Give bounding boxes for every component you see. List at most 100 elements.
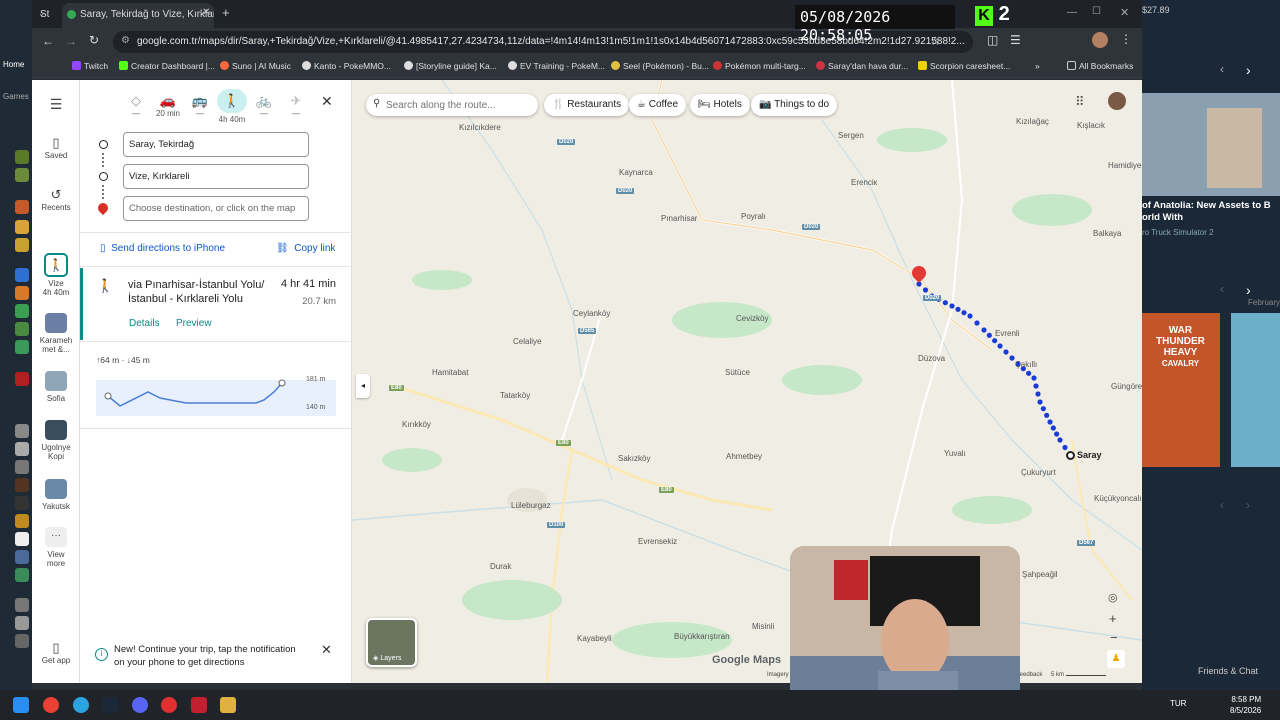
steam-games-label[interactable]: Games <box>3 92 29 101</box>
copy-link-button[interactable]: ⛓ Copy link <box>276 243 335 254</box>
app-icon[interactable] <box>161 697 177 713</box>
steam-home-label[interactable]: Home <box>3 60 24 69</box>
next-arrow-icon[interactable]: › <box>1246 62 1251 78</box>
discord-icon[interactable] <box>132 697 148 713</box>
recents-button[interactable]: ↺ Recents <box>32 187 80 212</box>
tab-list-icon[interactable]: ⌄ <box>38 8 46 19</box>
telegram-icon[interactable] <box>73 697 89 713</box>
chip-things-to-do[interactable]: 📷 Things to do <box>751 94 838 116</box>
recent-place-item[interactable]: Sofia <box>32 371 80 403</box>
get-app-button[interactable]: ▯ Get app <box>32 640 80 665</box>
prev-arrow-icon[interactable]: ‹ <box>1220 498 1224 512</box>
collapse-panel-icon[interactable]: ◂ <box>356 374 370 398</box>
steam-game-icon[interactable] <box>15 598 29 612</box>
steam-game-icon[interactable] <box>15 150 29 164</box>
bookmark-item[interactable]: EV Training - PokeM... <box>508 61 605 71</box>
chip-restaurants[interactable]: 🍴 Restaurants <box>544 94 630 116</box>
tab-google-maps[interactable]: Saray, Tekirdağ to Vize, Kırklareli <box>62 3 214 28</box>
steam-icon[interactable] <box>102 697 118 713</box>
app-icon[interactable] <box>191 697 207 713</box>
mode-transit[interactable]: 🚌 — <box>184 93 216 118</box>
war-thunder-banner[interactable]: WAR THUNDER HEAVY CAVALRY <box>1142 313 1220 467</box>
site-info-icon[interactable]: ⚙ <box>121 35 130 46</box>
recent-place-item[interactable]: Karameh met &... <box>32 313 80 354</box>
steam-game-icon[interactable] <box>15 200 29 214</box>
steam-game-icon[interactable] <box>15 460 29 474</box>
steam-game-icon[interactable] <box>15 616 29 630</box>
all-bookmarks[interactable]: All Bookmarks <box>1067 61 1133 71</box>
reload-icon[interactable]: ↻ <box>89 33 99 47</box>
game-banner[interactable] <box>1231 313 1280 467</box>
forward-icon[interactable]: → <box>65 34 77 48</box>
steam-game-icon[interactable] <box>15 442 29 456</box>
add-destination-input[interactable] <box>123 196 309 221</box>
origin-input[interactable] <box>123 132 309 157</box>
app-icon[interactable] <box>220 697 236 713</box>
language-indicator[interactable]: TUR <box>1170 699 1186 708</box>
steam-game-icon[interactable] <box>15 322 29 336</box>
bookmark-item[interactable]: Seel (Pokémon) - Bu... <box>611 61 709 71</box>
apps-grid-icon[interactable]: ⠿ <box>1075 94 1085 110</box>
bookmark-item[interactable]: Kanto - PokeMMO... <box>302 61 391 71</box>
steam-game-icon[interactable] <box>15 424 29 438</box>
news-title[interactable]: of Anatolia: New Assets to Borld With <box>1142 200 1271 224</box>
bookmark-item[interactable]: Saray'dan hava dur... <box>816 61 908 71</box>
my-location-icon[interactable]: ◎ <box>1108 591 1118 604</box>
steam-game-icon[interactable] <box>15 550 29 564</box>
zoom-out-button[interactable]: − <box>1110 630 1118 645</box>
maximize-icon[interactable]: ☐ <box>1092 6 1101 17</box>
close-window-icon[interactable]: ✕ <box>1120 6 1129 19</box>
zoom-in-button[interactable]: + <box>1109 611 1117 626</box>
bookmark-item[interactable]: Creator Dashboard |... <box>119 61 215 71</box>
current-trip-button[interactable]: 🚶 Vize 4h 40m <box>32 253 80 297</box>
mode-flight[interactable]: ✈ — <box>280 93 312 118</box>
preview-button[interactable]: Preview <box>176 318 212 329</box>
bookmark-item[interactable]: Pokémon multi-targ... <box>713 61 806 71</box>
destination-input[interactable] <box>123 164 309 189</box>
next-arrow-icon[interactable]: › <box>1246 498 1250 512</box>
new-tab-icon[interactable]: + <box>222 5 230 20</box>
steam-game-icon[interactable] <box>15 168 29 182</box>
route-option[interactable]: 🚶 via Pınarhisar-İstanbul Yolu/ İstanbul… <box>80 268 352 340</box>
menu-icon[interactable]: ⋮ <box>1120 32 1132 46</box>
account-avatar[interactable] <box>1108 92 1126 110</box>
close-tab-icon[interactable]: ✕ <box>202 7 210 18</box>
recent-place-item[interactable]: Ugolnye Kopi <box>32 420 80 461</box>
steam-balance[interactable]: $27.89 <box>1142 5 1170 15</box>
bookmark-item[interactable]: [Storyline guide] Ka... <box>404 61 497 71</box>
feedback-link[interactable]: feedback <box>1018 672 1042 678</box>
steam-game-icon[interactable] <box>15 514 29 528</box>
steam-game-icon[interactable] <box>15 634 29 648</box>
recent-place-item[interactable]: Yakutsk <box>32 479 80 511</box>
prev-arrow-icon[interactable]: ‹ <box>1220 62 1224 76</box>
bookmark-item[interactable]: Scorpion caresheet... <box>918 61 1010 71</box>
system-clock[interactable]: 8:58 PM 8/5/2026 <box>1230 694 1261 716</box>
steam-game-icon[interactable] <box>15 496 29 510</box>
steam-game-icon[interactable] <box>15 340 29 354</box>
view-more-button[interactable]: ··· View more <box>32 527 80 568</box>
steam-game-icon[interactable] <box>15 532 29 546</box>
close-directions-icon[interactable]: ✕ <box>321 93 333 110</box>
steam-game-icon[interactable] <box>15 372 29 386</box>
bookmark-item[interactable]: Suno | AI Music <box>220 61 291 71</box>
next-arrow-icon[interactable]: › <box>1246 282 1251 298</box>
mode-walking[interactable]: 🚶 4h 40m <box>216 89 248 124</box>
menu-hamburger-icon[interactable]: ☰ <box>32 96 80 113</box>
mode-cycling[interactable]: 🚲 — <box>248 93 280 118</box>
saved-button[interactable]: ▯ Saved <box>32 135 80 160</box>
windows-start-icon[interactable] <box>13 697 29 713</box>
layers-button[interactable]: ◈ Layers <box>366 618 417 667</box>
back-icon[interactable]: ← <box>42 34 54 48</box>
search-along-route[interactable]: ⚲ <box>366 94 538 116</box>
profile-avatar[interactable] <box>1092 32 1108 48</box>
steam-game-icon[interactable] <box>15 478 29 492</box>
details-button[interactable]: Details <box>129 318 160 329</box>
bookmark-star-icon[interactable]: ☆ <box>930 34 941 48</box>
chrome-icon[interactable] <box>43 697 59 713</box>
send-to-phone-link[interactable]: ▯ Send directions to iPhone <box>100 243 225 254</box>
news-image[interactable] <box>1142 93 1280 196</box>
tab-steam[interactable]: St <box>32 3 62 28</box>
chip-coffee[interactable]: ☕ Coffee <box>629 94 687 116</box>
prev-arrow-icon[interactable]: ‹ <box>1220 282 1224 296</box>
mode-best[interactable]: ◇ — <box>120 93 152 118</box>
